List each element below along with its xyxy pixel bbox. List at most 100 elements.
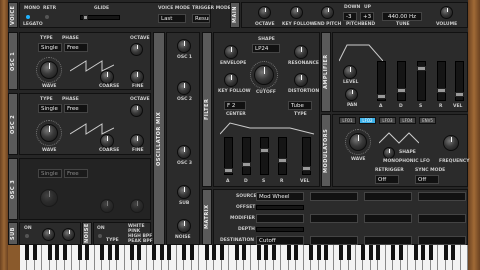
mod-wave-knob[interactable] [349, 133, 367, 151]
matrix-slot3-modifier[interactable] [364, 214, 412, 223]
black-key[interactable] [346, 245, 351, 260]
filter-release-fader[interactable] [278, 137, 287, 175]
black-key[interactable] [294, 245, 299, 260]
black-key[interactable] [100, 245, 105, 260]
black-key[interactable] [398, 245, 403, 260]
black-key[interactable] [152, 245, 157, 260]
amp-velocity-fader[interactable] [455, 61, 464, 101]
osc1-coarse-knob[interactable] [100, 70, 114, 84]
black-key[interactable] [316, 245, 321, 260]
filter-center-select[interactable]: F 2 [224, 101, 246, 110]
osc3-type-select[interactable]: Single [38, 169, 62, 178]
black-key[interactable] [421, 245, 426, 260]
retrig-led[interactable] [45, 15, 49, 19]
tab-lfo1[interactable]: LFO1 [339, 117, 356, 124]
voice-mode-select[interactable]: Last [158, 14, 186, 23]
filter-decay-fader[interactable] [242, 137, 251, 175]
black-key[interactable] [62, 245, 67, 260]
amp-pan-knob[interactable] [345, 88, 358, 101]
osc2-octave-knob[interactable] [130, 104, 143, 117]
filter-type-select[interactable]: Tube [288, 101, 312, 110]
black-key[interactable] [130, 245, 134, 260]
black-key[interactable] [212, 245, 217, 260]
osc3-fine-knob[interactable] [130, 199, 144, 213]
matrix-slot4-modifier[interactable] [418, 214, 466, 223]
amp-attack-fader[interactable] [377, 61, 386, 101]
black-key[interactable] [271, 245, 276, 260]
osc3-coarse-knob[interactable] [100, 199, 114, 213]
filter-envelope-knob[interactable] [224, 45, 238, 59]
matrix-modifier-select[interactable] [256, 214, 304, 223]
mix-sub-knob[interactable] [177, 185, 191, 199]
osc2-coarse-knob[interactable] [100, 134, 114, 148]
matrix-source-select[interactable]: Mod Wheel [256, 192, 304, 201]
black-key[interactable] [286, 245, 291, 260]
end-pitch-knob[interactable] [321, 6, 334, 19]
black-key[interactable] [115, 245, 120, 260]
osc1-fine-knob[interactable] [130, 70, 144, 84]
matrix-destination-select[interactable]: Cutoff [256, 236, 304, 245]
black-key[interactable] [204, 245, 209, 260]
black-key[interactable] [451, 245, 456, 260]
pitchbend-down[interactable]: -3 [343, 12, 357, 21]
octave-knob[interactable] [258, 6, 271, 19]
black-key[interactable] [47, 245, 52, 260]
osc1-phase-select[interactable]: Free [64, 43, 88, 52]
osc3-wave-knob[interactable] [40, 189, 58, 207]
mix-noise-knob[interactable] [177, 219, 191, 233]
matrix-slot2-modifier[interactable] [310, 214, 358, 223]
mod-shape-knob[interactable] [383, 147, 395, 159]
sub-octave-knob[interactable] [42, 228, 55, 241]
mix-osc1-knob[interactable] [177, 39, 191, 53]
osc2-type-select[interactable]: Single [38, 104, 62, 113]
filter-sustain-fader[interactable] [260, 137, 269, 175]
matrix-depth-slider[interactable] [256, 227, 304, 232]
black-key[interactable] [376, 245, 381, 260]
noise-type-peak-bpf[interactable]: PEAK BPF [128, 239, 153, 244]
black-key[interactable] [443, 245, 448, 260]
matrix-offset-slider[interactable] [256, 205, 304, 210]
black-key[interactable] [234, 245, 239, 260]
noise-on-led[interactable] [98, 234, 102, 238]
retrigger-select[interactable]: Off [375, 175, 399, 184]
black-key[interactable] [182, 245, 187, 260]
sub-wave-knob[interactable] [62, 228, 75, 241]
black-key[interactable] [264, 245, 269, 260]
black-key[interactable] [85, 245, 90, 260]
tab-env5[interactable]: ENV5 [419, 117, 436, 124]
osc2-fine-knob[interactable] [130, 134, 144, 148]
black-key[interactable] [309, 245, 314, 260]
black-key[interactable] [137, 245, 142, 260]
black-key[interactable] [189, 245, 194, 260]
black-key[interactable] [242, 245, 246, 260]
trigger-mode-select[interactable]: Resume [192, 14, 210, 23]
filter-cutoff-knob[interactable] [254, 65, 274, 85]
matrix-slot4-destination[interactable] [418, 236, 466, 245]
black-key[interactable] [55, 245, 60, 260]
osc1-type-select[interactable]: Single [38, 43, 62, 52]
osc2-wave-knob[interactable] [40, 124, 58, 142]
tab-lfo2[interactable]: LFO2 [359, 117, 376, 124]
osc1-octave-knob[interactable] [130, 43, 143, 56]
osc1-wave-knob[interactable] [40, 61, 58, 79]
filter-resonance-knob[interactable] [294, 45, 308, 59]
matrix-slot3-source[interactable] [364, 192, 412, 201]
matrix-slot4-source[interactable] [418, 192, 466, 201]
mod-frequency-knob[interactable] [443, 135, 459, 151]
amp-level-knob[interactable] [343, 65, 357, 79]
osc2-phase-select[interactable]: Free [64, 104, 88, 113]
tune-display[interactable]: 440.00 Hz [382, 12, 422, 21]
black-key[interactable] [167, 245, 172, 260]
black-key[interactable] [77, 245, 82, 260]
matrix-slot2-source[interactable] [310, 192, 358, 201]
filter-distortion-knob[interactable] [294, 73, 308, 87]
black-key[interactable] [339, 245, 344, 260]
osc3-phase-select[interactable]: Free [64, 169, 88, 178]
pitchbend-up[interactable]: +3 [360, 12, 374, 21]
sync-mode-select[interactable]: Off [415, 175, 439, 184]
glide-slider[interactable] [80, 15, 120, 20]
white-key[interactable] [460, 245, 468, 270]
tab-lfo4[interactable]: LFO4 [399, 117, 416, 124]
black-key[interactable] [107, 245, 112, 260]
filter-velocity-fader[interactable] [302, 137, 311, 175]
